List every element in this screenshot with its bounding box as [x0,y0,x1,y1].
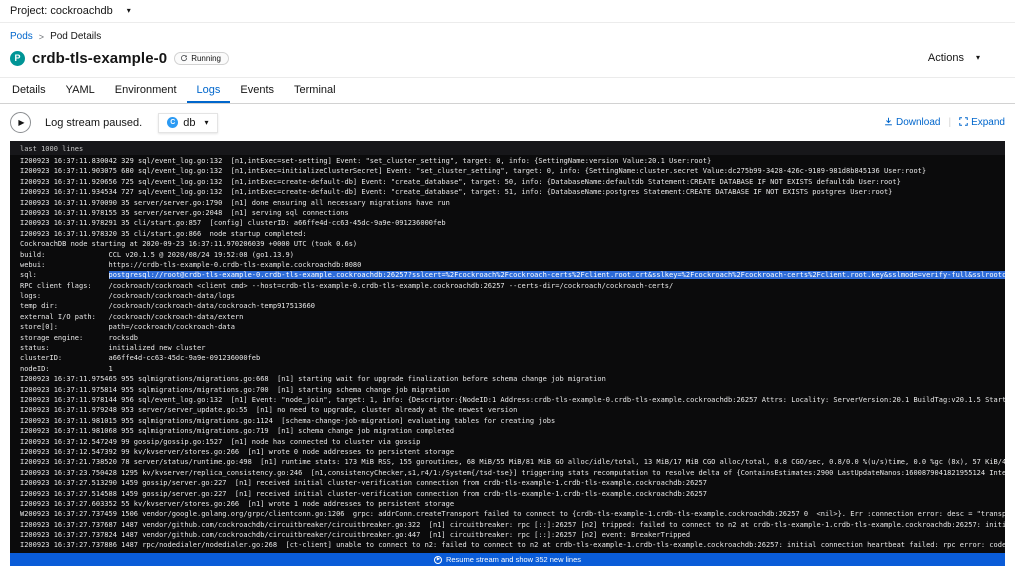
vertical-divider: | [948,117,951,128]
log-line: I200923 16:37:11.920656 725 sql/event_lo… [20,177,1005,187]
project-selector-label: Project: cockroachdb [10,5,113,17]
log-controls: ▶ Log stream paused. C db ▾ Download | E… [0,104,1015,141]
breadcrumb-separator: > [39,32,44,42]
log-line-count: last 1000 lines [10,141,1005,155]
container-badge: C [167,117,178,128]
log-line: I200923 16:37:21.738520 78 server/status… [20,457,1005,467]
log-line: I200923 16:37:27.514588 1459 gossip/serv… [20,489,1005,499]
tab-terminal[interactable]: Terminal [284,78,346,103]
log-line: external I/O path: /cockroach/cockroach-… [20,312,1005,322]
resume-log-stream-button[interactable]: ▶ [10,112,31,133]
chevron-down-icon: ▾ [204,119,208,127]
log-line: build: CCL v20.1.5 @ 2020/08/24 19:52:08… [20,250,1005,260]
log-line: I200923 16:37:12.547392 99 kv/kvserver/s… [20,447,1005,457]
log-line: webui: https://crdb-tls-example-0.crdb-t… [20,260,1005,270]
breadcrumb: Pods > Pod Details [0,23,1015,42]
log-line: W200923 16:37:27.737459 1506 vendor/goog… [20,509,1005,519]
log-line: I200923 16:37:11.979248 953 server/serve… [20,405,1005,415]
play-icon: ▶ [18,118,24,127]
tab-environment[interactable]: Environment [105,78,187,103]
tab-yaml[interactable]: YAML [56,78,105,103]
status-badge: Running [174,52,229,65]
log-line: temp dir: /cockroach/cockroach-data/cock… [20,301,1005,311]
tab-events[interactable]: Events [230,78,284,103]
breadcrumb-current: Pod Details [50,31,101,42]
log-line: I200923 16:37:11.978144 956 sql/event_lo… [20,395,1005,405]
log-line: I200923 16:37:27.737687 1487 vendor/gith… [20,520,1005,530]
expand-log-button[interactable]: Expand [959,117,1005,129]
log-line: I200923 16:37:23.750428 1295 kv/kvserver… [20,468,1005,478]
log-lines: I200923 16:37:11.830042 329 sql/event_lo… [10,155,1005,551]
status-badge-label: Running [191,54,221,63]
log-line: I200923 16:37:11.975814 955 sqlmigration… [20,385,1005,395]
log-line: I200923 16:37:27.513290 1459 gossip/serv… [20,478,1005,488]
log-line: I200923 16:37:27.737824 1487 vendor/gith… [20,530,1005,540]
sync-icon [180,54,188,62]
log-line: I200923 16:37:11.978320 35 cli/start.go:… [20,229,1005,239]
log-line: I200923 16:37:11.970090 35 server/server… [20,198,1005,208]
log-line: CockroachDB node starting at 2020-09-23 … [20,239,1005,249]
download-icon [884,117,893,129]
download-log-button[interactable]: Download [884,117,940,129]
log-line: I200923 16:37:27.603352 55 kv/kvserver/s… [20,499,1005,509]
log-line: RPC client flags: /cockroach/cockroach <… [20,281,1005,291]
log-viewer: last 1000 lines I200923 16:37:11.830042 … [10,141,1005,566]
log-line: I200923 16:37:11.934534 727 sql/event_lo… [20,187,1005,197]
container-selector-value: db [183,117,195,129]
selected-log-text: postgresql://root@crdb-tls-example-0.crd… [109,271,1005,279]
chevron-down-icon: ▾ [127,7,131,15]
actions-dropdown[interactable]: Actions ▾ [928,52,980,64]
pod-kind-badge: P [10,51,25,66]
expand-label: Expand [971,117,1005,128]
log-line: I200923 16:37:11.978291 35 cli/start.go:… [20,218,1005,228]
project-selector[interactable]: Project: cockroachdb ▾ [10,5,131,17]
expand-icon [959,117,968,129]
resume-stream-label: Resume stream and show 352 new lines [446,555,581,564]
download-label: Download [896,117,940,128]
masthead: Project: cockroachdb ▾ [0,0,1015,23]
log-line: I200923 16:37:11.830042 329 sql/event_lo… [20,156,1005,166]
tab-bar: DetailsYAMLEnvironmentLogsEventsTerminal [0,78,1015,104]
page-header: P crdb-tls-example-0 Running Actions ▾ [0,42,1015,68]
breadcrumb-pods-link[interactable]: Pods [10,31,33,42]
log-line: status: initialized new cluster [20,343,1005,353]
page-title: crdb-tls-example-0 [32,50,167,67]
chevron-down-icon: ▾ [976,54,980,62]
log-line: logs: /cockroach/cockroach-data/logs [20,291,1005,301]
tab-logs[interactable]: Logs [187,78,231,103]
log-line: I200923 16:37:11.903075 680 sql/event_lo… [20,166,1005,176]
log-line: clusterID: a66ffe4d-cc63-45dc-9a9e-09123… [20,353,1005,363]
log-stream-status: Log stream paused. [45,117,142,129]
log-line: nodeID: 1 [20,364,1005,374]
log-line: sql: postgresql://root@crdb-tls-example-… [20,270,1005,280]
log-line: I200923 16:37:11.981015 955 sqlmigration… [20,416,1005,426]
log-line: I200923 16:37:11.978155 35 server/server… [20,208,1005,218]
tab-details[interactable]: Details [2,78,56,103]
log-actions: Download | Expand [884,117,1005,129]
log-line: I200923 16:37:11.975465 955 sqlmigration… [20,374,1005,384]
log-line: store[0]: path=/cockroach/cockroach-data [20,322,1005,332]
log-line: I200923 16:37:12.547249 99 gossip/gossip… [20,437,1005,447]
log-line: storage engine: rocksdb [20,333,1005,343]
log-line: I200923 16:37:27.737886 1487 rpc/nodedia… [20,540,1005,550]
container-selector[interactable]: C db ▾ [158,113,217,133]
actions-dropdown-label: Actions [928,52,964,64]
resume-stream-bar[interactable]: ▶ Resume stream and show 352 new lines [10,553,1005,566]
play-circle-icon: ▶ [434,556,442,564]
log-line: I200923 16:37:11.981068 955 sqlmigration… [20,426,1005,436]
